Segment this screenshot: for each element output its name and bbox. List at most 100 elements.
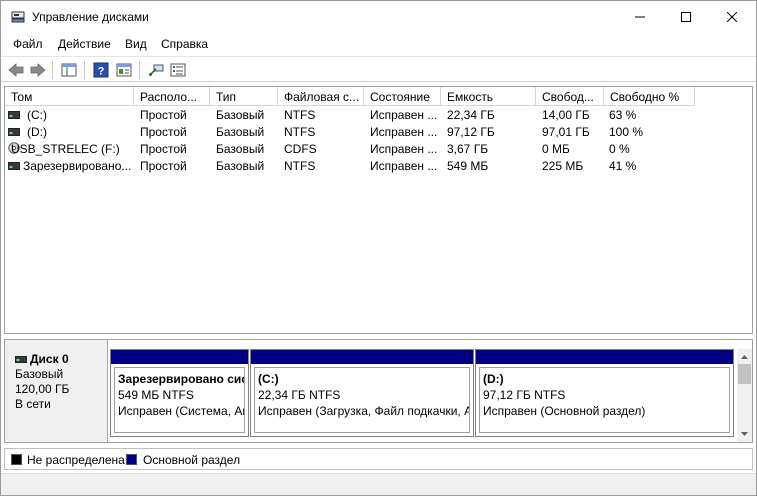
minimize-icon (635, 16, 645, 17)
hard-drive-icon (8, 128, 20, 136)
legend-swatch-unallocated (11, 454, 22, 465)
volume-layout: Простой (140, 125, 187, 139)
legend: Не распределена Основной раздел (4, 448, 753, 470)
maximize-icon (681, 11, 691, 22)
menu-view[interactable]: Вид (125, 37, 147, 51)
volume-layout: Простой (140, 142, 187, 156)
back-button[interactable] (6, 60, 26, 80)
volume-name: (D:) (27, 125, 47, 139)
volume-free: 0 МБ (542, 142, 570, 156)
scroll-down-icon (741, 432, 748, 436)
volume-status: Исправен ... (370, 125, 438, 139)
volume-type: Базовый (216, 125, 265, 139)
volume-type: Базовый (216, 159, 265, 173)
volume-filesystem: CDFS (284, 142, 317, 156)
volume-row[interactable]: Зарезервировано... Простой Базовый NTFS … (5, 158, 752, 175)
panel-icon (61, 63, 77, 77)
column-header-type[interactable]: Тип (210, 87, 278, 106)
menu-file[interactable]: Файл (13, 37, 43, 51)
volume-free-percent: 41 % (609, 159, 637, 173)
menu-bar: Файл Действие Вид Справка (1, 34, 756, 54)
hard-drive-icon (8, 111, 20, 119)
partition-body: (D:) 97,12 ГБ NTFS Исправен (Основной ра… (479, 367, 730, 433)
volume-capacity: 3,67 ГБ (447, 142, 489, 156)
disk-type: Базовый (15, 367, 64, 381)
volume-free: 14,00 ГБ (542, 108, 590, 122)
arrow-left-icon (8, 63, 24, 77)
partition-c[interactable]: (C:) 22,34 ГБ NTFS Исправен (Загрузка, Ф… (250, 349, 474, 437)
disk-info[interactable]: Диск 0 Базовый 120,00 ГБ В сети (5, 340, 108, 442)
volume-free: 97,01 ГБ (542, 125, 590, 139)
toolbar-separator (84, 61, 85, 79)
disk-status: В сети (15, 397, 51, 411)
help-button[interactable]: ? (91, 60, 111, 80)
partition-size: 97,12 ГБ NTFS (483, 388, 566, 402)
toolbar-separator (52, 61, 53, 79)
disk-graphical-view: Диск 0 Базовый 120,00 ГБ В сети Зарезерв… (4, 339, 753, 443)
partition-title: Зарезервировано сис (118, 372, 245, 386)
partition-body: Зарезервировано сис 549 МБ NTFS Исправен… (114, 367, 245, 433)
partition-bar (251, 350, 473, 364)
volume-status: Исправен ... (370, 142, 438, 156)
volume-free-percent: 100 % (609, 125, 644, 139)
column-header-capacity[interactable]: Емкость (441, 87, 536, 106)
properties-button[interactable] (114, 60, 134, 80)
list-icon (170, 63, 186, 77)
arrow-right-icon (30, 63, 46, 77)
disk-name: Диск 0 (30, 352, 69, 366)
volume-free: 225 МБ (542, 159, 584, 173)
console-tree-button[interactable] (59, 60, 79, 80)
volume-name: (C:) (27, 108, 47, 122)
legend-label-unallocated: Не распределена (27, 453, 125, 467)
vertical-scrollbar[interactable] (737, 349, 752, 442)
close-icon (727, 11, 737, 22)
window-title: Управление дисками (32, 10, 149, 24)
hard-drive-icon (8, 162, 20, 170)
partition-bar (476, 350, 733, 364)
menu-help[interactable]: Справка (161, 37, 208, 51)
connect-icon (149, 64, 164, 76)
column-header-volume[interactable]: Том (5, 87, 134, 106)
partition-body: (C:) 22,34 ГБ NTFS Исправен (Загрузка, Ф… (254, 367, 470, 433)
volume-row[interactable]: USB_STRELEC (F:) Простой Базовый CDFS Ис… (5, 141, 752, 158)
volume-filesystem: NTFS (284, 125, 316, 139)
disk-title: Диск 0 (15, 352, 107, 367)
toolbar-separator (139, 61, 140, 79)
column-header-layout[interactable]: Располо... (134, 87, 210, 106)
partition-title: (D:) (483, 372, 504, 386)
disk-management-window: Управление дисками Файл Действие Вид Спр… (0, 0, 757, 496)
column-header-status[interactable]: Состояние (364, 87, 441, 106)
volume-type: Базовый (216, 142, 265, 156)
minimize-button[interactable] (617, 1, 663, 32)
partition-status: Исправен (Основной раздел) (483, 404, 646, 418)
title-bar: Управление дисками (1, 1, 756, 32)
partition-d[interactable]: (D:) 97,12 ГБ NTFS Исправен (Основной ра… (475, 349, 734, 437)
connect-button[interactable] (146, 60, 166, 80)
properties-icon (116, 63, 132, 77)
partition-reserved[interactable]: Зарезервировано сис 549 МБ NTFS Исправен… (110, 349, 249, 437)
status-bar (1, 473, 756, 495)
volume-capacity: 22,34 ГБ (447, 108, 495, 122)
volume-row[interactable]: (C:) Простой Базовый NTFS Исправен ... 2… (5, 107, 752, 124)
partition-size: 549 МБ NTFS (118, 388, 194, 402)
column-header-filesystem[interactable]: Файловая с... (278, 87, 364, 106)
list-view-button[interactable] (168, 60, 188, 80)
forward-button[interactable] (28, 60, 48, 80)
column-header-free-percent[interactable]: Свободно % (604, 87, 695, 106)
volume-layout: Простой (140, 108, 187, 122)
volume-filesystem: NTFS (284, 108, 316, 122)
svg-text:?: ? (98, 66, 105, 78)
volume-free-percent: 0 % (609, 142, 630, 156)
menu-action[interactable]: Действие (58, 37, 111, 51)
partition-status: Исправен (Загрузка, Файл подкачки, А (258, 404, 470, 418)
volume-filesystem: NTFS (284, 159, 316, 173)
close-button[interactable] (709, 1, 755, 32)
volume-row[interactable]: (D:) Простой Базовый NTFS Исправен ... 9… (5, 124, 752, 141)
help-icon: ? (93, 62, 109, 78)
maximize-button[interactable] (663, 1, 709, 32)
scrollbar-thumb[interactable] (738, 364, 751, 384)
disk-size: 120,00 ГБ (15, 382, 70, 396)
column-header-free[interactable]: Свобод... (536, 87, 604, 106)
volume-free-percent: 63 % (609, 108, 637, 122)
disk-management-app-icon (11, 11, 25, 23)
